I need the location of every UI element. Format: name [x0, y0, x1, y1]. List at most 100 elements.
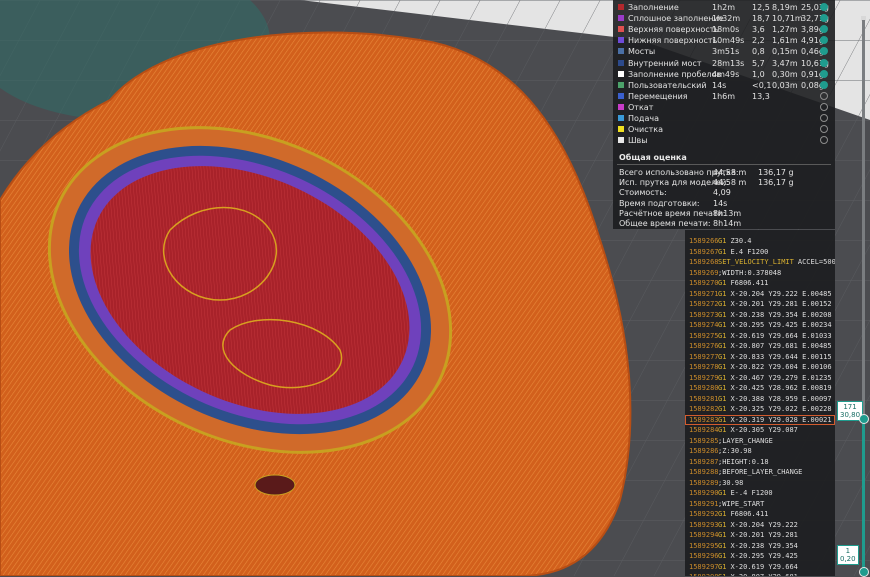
gcode-line[interactable]: 1589288 ;BEFORE_LAYER_CHANGE [685, 467, 835, 477]
legend-row[interactable]: Сплошное заполнение 1h32m 18,7 10,71m 32,71g [613, 13, 835, 24]
visibility-toggle-icon[interactable] [820, 91, 828, 100]
gcode-command: G1 Z30.4 [718, 236, 752, 246]
gcode-line[interactable]: 1589297 G1 X-20.619 Y29.664 [685, 562, 835, 572]
gcode-arguments: X-20.833 Y29.644 E.00115 [730, 352, 832, 361]
gcode-arguments: X-20.619 Y29.664 E.01033 [730, 331, 832, 340]
legend-row[interactable]: Швы [613, 135, 835, 146]
bottom-layer-height: 0,20 [840, 555, 856, 563]
gcode-line[interactable]: 1589282 G1 X-20.325 Y29.022 E.00228 [685, 404, 835, 414]
visibility-toggle-icon[interactable] [820, 114, 828, 122]
gcode-arguments: ;WIDTH:0.378048 [718, 268, 782, 277]
gcode-command-keyword: G1 [718, 384, 727, 392]
gcode-arguments: X-20.467 Y29.279 E.01235 [730, 373, 832, 382]
feature-name: Сплошное заполнение [628, 14, 724, 24]
gcode-viewer-panel[interactable]: 1589266 G1 Z30.4 1589267 G1 E.4 F1200 1589268 S… [685, 230, 835, 576]
gcode-line[interactable]: 1589298G1X-20.807 Y29.681 [685, 572, 835, 576]
legend-row[interactable]: Нижняя поверхность 10m49s 2,2 1,61m 4,91g [613, 35, 835, 46]
statistics-legend-panel: Заполнение 1h2m 12,5 8,19m 25,03g Сплошное за… [613, 0, 835, 229]
gcode-line[interactable]: 1589290 G1 E-.4 F1200 [685, 488, 835, 498]
legend-row[interactable]: Мосты 3m51s 0,8 0,15m 0,46g [613, 46, 835, 57]
gcode-arguments: X-20.238 Y29.354 E.00208 [730, 310, 832, 319]
gcode-line[interactable]: 1589276 G1 X-20.807 Y29.681 E.00485 [685, 341, 835, 351]
gcode-line-number: 1589277 [689, 352, 719, 361]
gcode-line[interactable]: 1589270 G1 F6806.411 [685, 278, 835, 288]
gcode-line-number: 1589276 [689, 342, 719, 350]
gcode-line[interactable]: 1589284 G1 X-20.305 Y29.087 [685, 425, 835, 435]
legend-row[interactable]: Верхняя поверхность 18m0s 3,6 1,27m 3,89g [613, 24, 835, 35]
gcode-line[interactable]: 1589286 ;Z:30.98 [685, 446, 835, 456]
legend-row[interactable]: Очистка [613, 124, 835, 135]
gcode-line[interactable]: 1589287 ;HEIGHT:0.18 [685, 457, 835, 467]
top-layer-knob[interactable] [859, 414, 869, 424]
gcode-command: G1X-20.807 Y29.681 [718, 572, 798, 576]
gcode-arguments: X-20.201 Y29.281 E.00152 [730, 300, 832, 308]
gcode-command: G1 X-20.204 Y29.222 E.00485 [718, 289, 832, 299]
visibility-toggle-icon[interactable] [820, 125, 828, 134]
gcode-line[interactable]: 1589281 G1 X-20.388 Y28.959 E.00097 [685, 394, 835, 404]
gcode-line[interactable]: 1589266 G1 Z30.4 [685, 236, 835, 246]
gcode-line[interactable]: 1589273 G1 X-20.238 Y29.354 E.00208 [685, 310, 835, 320]
legend-row[interactable]: Внутренний мост 28m13s 5,7 3,47m 10,61g [613, 58, 835, 69]
summary-divider [617, 164, 831, 165]
gcode-line[interactable]: 1589271 G1 X-20.204 Y29.222 E.00485 [685, 289, 835, 299]
visibility-toggle-icon[interactable] [820, 36, 828, 45]
visibility-toggle-icon[interactable] [820, 3, 828, 11]
gcode-line-number: 1589278 [689, 363, 719, 371]
color-swatch-icon [618, 81, 624, 88]
gcode-arguments: X-20.201 Y29.281 [730, 531, 798, 539]
gcode-line[interactable]: 1589277 G1 X-20.833 Y29.644 E.00115 [685, 352, 835, 362]
gcode-line[interactable]: 1589289 ;30.98 [685, 478, 835, 488]
gcode-command-keyword: G1 [718, 289, 727, 298]
legend-row[interactable]: Пользовательский 14s <0,1 0,03m 0,08g [613, 80, 835, 91]
visibility-toggle-icon[interactable] [820, 136, 828, 145]
legend-row[interactable]: Заполнение 1h2m 12,5 8,19m 25,03g [613, 2, 835, 13]
visibility-toggle-icon[interactable] [820, 47, 828, 56]
feature-percent: 5,7 [752, 58, 765, 68]
gcode-line[interactable]: 1589296 G1 X-20.295 Y29.425 [685, 551, 835, 561]
gcode-line-number: 1589267 [689, 247, 719, 256]
gcode-line[interactable]: 1589294 G1 X-20.201 Y29.281 [685, 530, 835, 540]
legend-row[interactable]: Подача [613, 113, 835, 124]
gcode-command-keyword: G1 [718, 562, 727, 571]
gcode-line-number: 1589275 [689, 331, 719, 340]
gcode-line[interactable]: 1589293 G1 X-20.204 Y29.222 [685, 520, 835, 530]
visibility-toggle-icon[interactable] [820, 58, 828, 67]
gcode-command: G1 X-20.238 Y29.354 E.00208 [718, 310, 832, 320]
gcode-arguments: X-20.388 Y28.959 E.00097 [730, 394, 832, 403]
gcode-line[interactable]: 1589292 G1 F6806.411 [685, 509, 835, 519]
gcode-line[interactable]: 1589267 G1 E.4 F1200 [685, 247, 835, 257]
gcode-line[interactable]: 1589274 G1 X-20.295 Y29.425 E.00234 [685, 320, 835, 330]
gcode-line-current[interactable]: 1589283 G1 X-20.319 Y29.028 E.00021 [685, 414, 835, 425]
legend-row[interactable]: Заполнение пробелов 4m49s 1,0 0,30m 0,91g [613, 69, 835, 80]
gcode-line-number: 1589286 [689, 447, 719, 455]
gcode-line[interactable]: 1589275 G1 X-20.619 Y29.664 E.01033 [685, 331, 835, 341]
color-swatch-icon [618, 70, 624, 77]
top-layer-number: 171 [843, 403, 857, 411]
visibility-toggle-icon[interactable] [820, 80, 828, 89]
gcode-command-keyword: G1 [718, 352, 727, 361]
gcode-command: ;HEIGHT:0.18 [718, 457, 769, 467]
gcode-line[interactable]: 1589285 ;LAYER_CHANGE [685, 436, 835, 446]
gcode-line[interactable]: 1589269 ;WIDTH:0.378048 [685, 268, 835, 278]
gcode-command: G1 X-20.467 Y29.279 E.01235 [718, 373, 832, 383]
gcode-command-keyword: G1 [718, 331, 727, 340]
gcode-line[interactable]: 1589280 G1 X-20.425 Y28.962 E.00819 [685, 383, 835, 393]
gcode-line[interactable]: 1589291 ;WIPE_START [685, 499, 835, 509]
visibility-toggle-icon[interactable] [820, 102, 828, 111]
gcode-arguments: Z30.4 [730, 237, 752, 245]
gcode-arguments: X-20.204 Y29.222 E.00485 [730, 289, 832, 298]
gcode-command: G1 X-20.807 Y29.681 E.00485 [718, 341, 832, 351]
gcode-line[interactable]: 1589278 G1 X-20.822 Y29.604 E.00106 [685, 362, 835, 372]
gcode-command: SET_VELOCITY_LIMITACCEL=5000 [718, 257, 835, 267]
visibility-toggle-icon[interactable] [820, 69, 828, 78]
feature-time: 4m49s [712, 69, 740, 79]
legend-row[interactable]: Перемещения 1h6m 13,3 [613, 91, 835, 102]
feature-length: 3,47m [772, 58, 798, 68]
gcode-line[interactable]: 1589268SET_VELOCITY_LIMITACCEL=5000 [685, 257, 835, 267]
gcode-line[interactable]: 1589272 G1 X-20.201 Y29.281 E.00152 [685, 299, 835, 309]
visibility-toggle-icon[interactable] [820, 25, 828, 34]
gcode-line[interactable]: 1589279 G1 X-20.467 Y29.279 E.01235 [685, 373, 835, 383]
gcode-arguments: F6806.411 [730, 510, 769, 518]
gcode-line[interactable]: 1589295 G1 X-20.238 Y29.354 [685, 541, 835, 551]
legend-row[interactable]: Откат [613, 102, 835, 113]
